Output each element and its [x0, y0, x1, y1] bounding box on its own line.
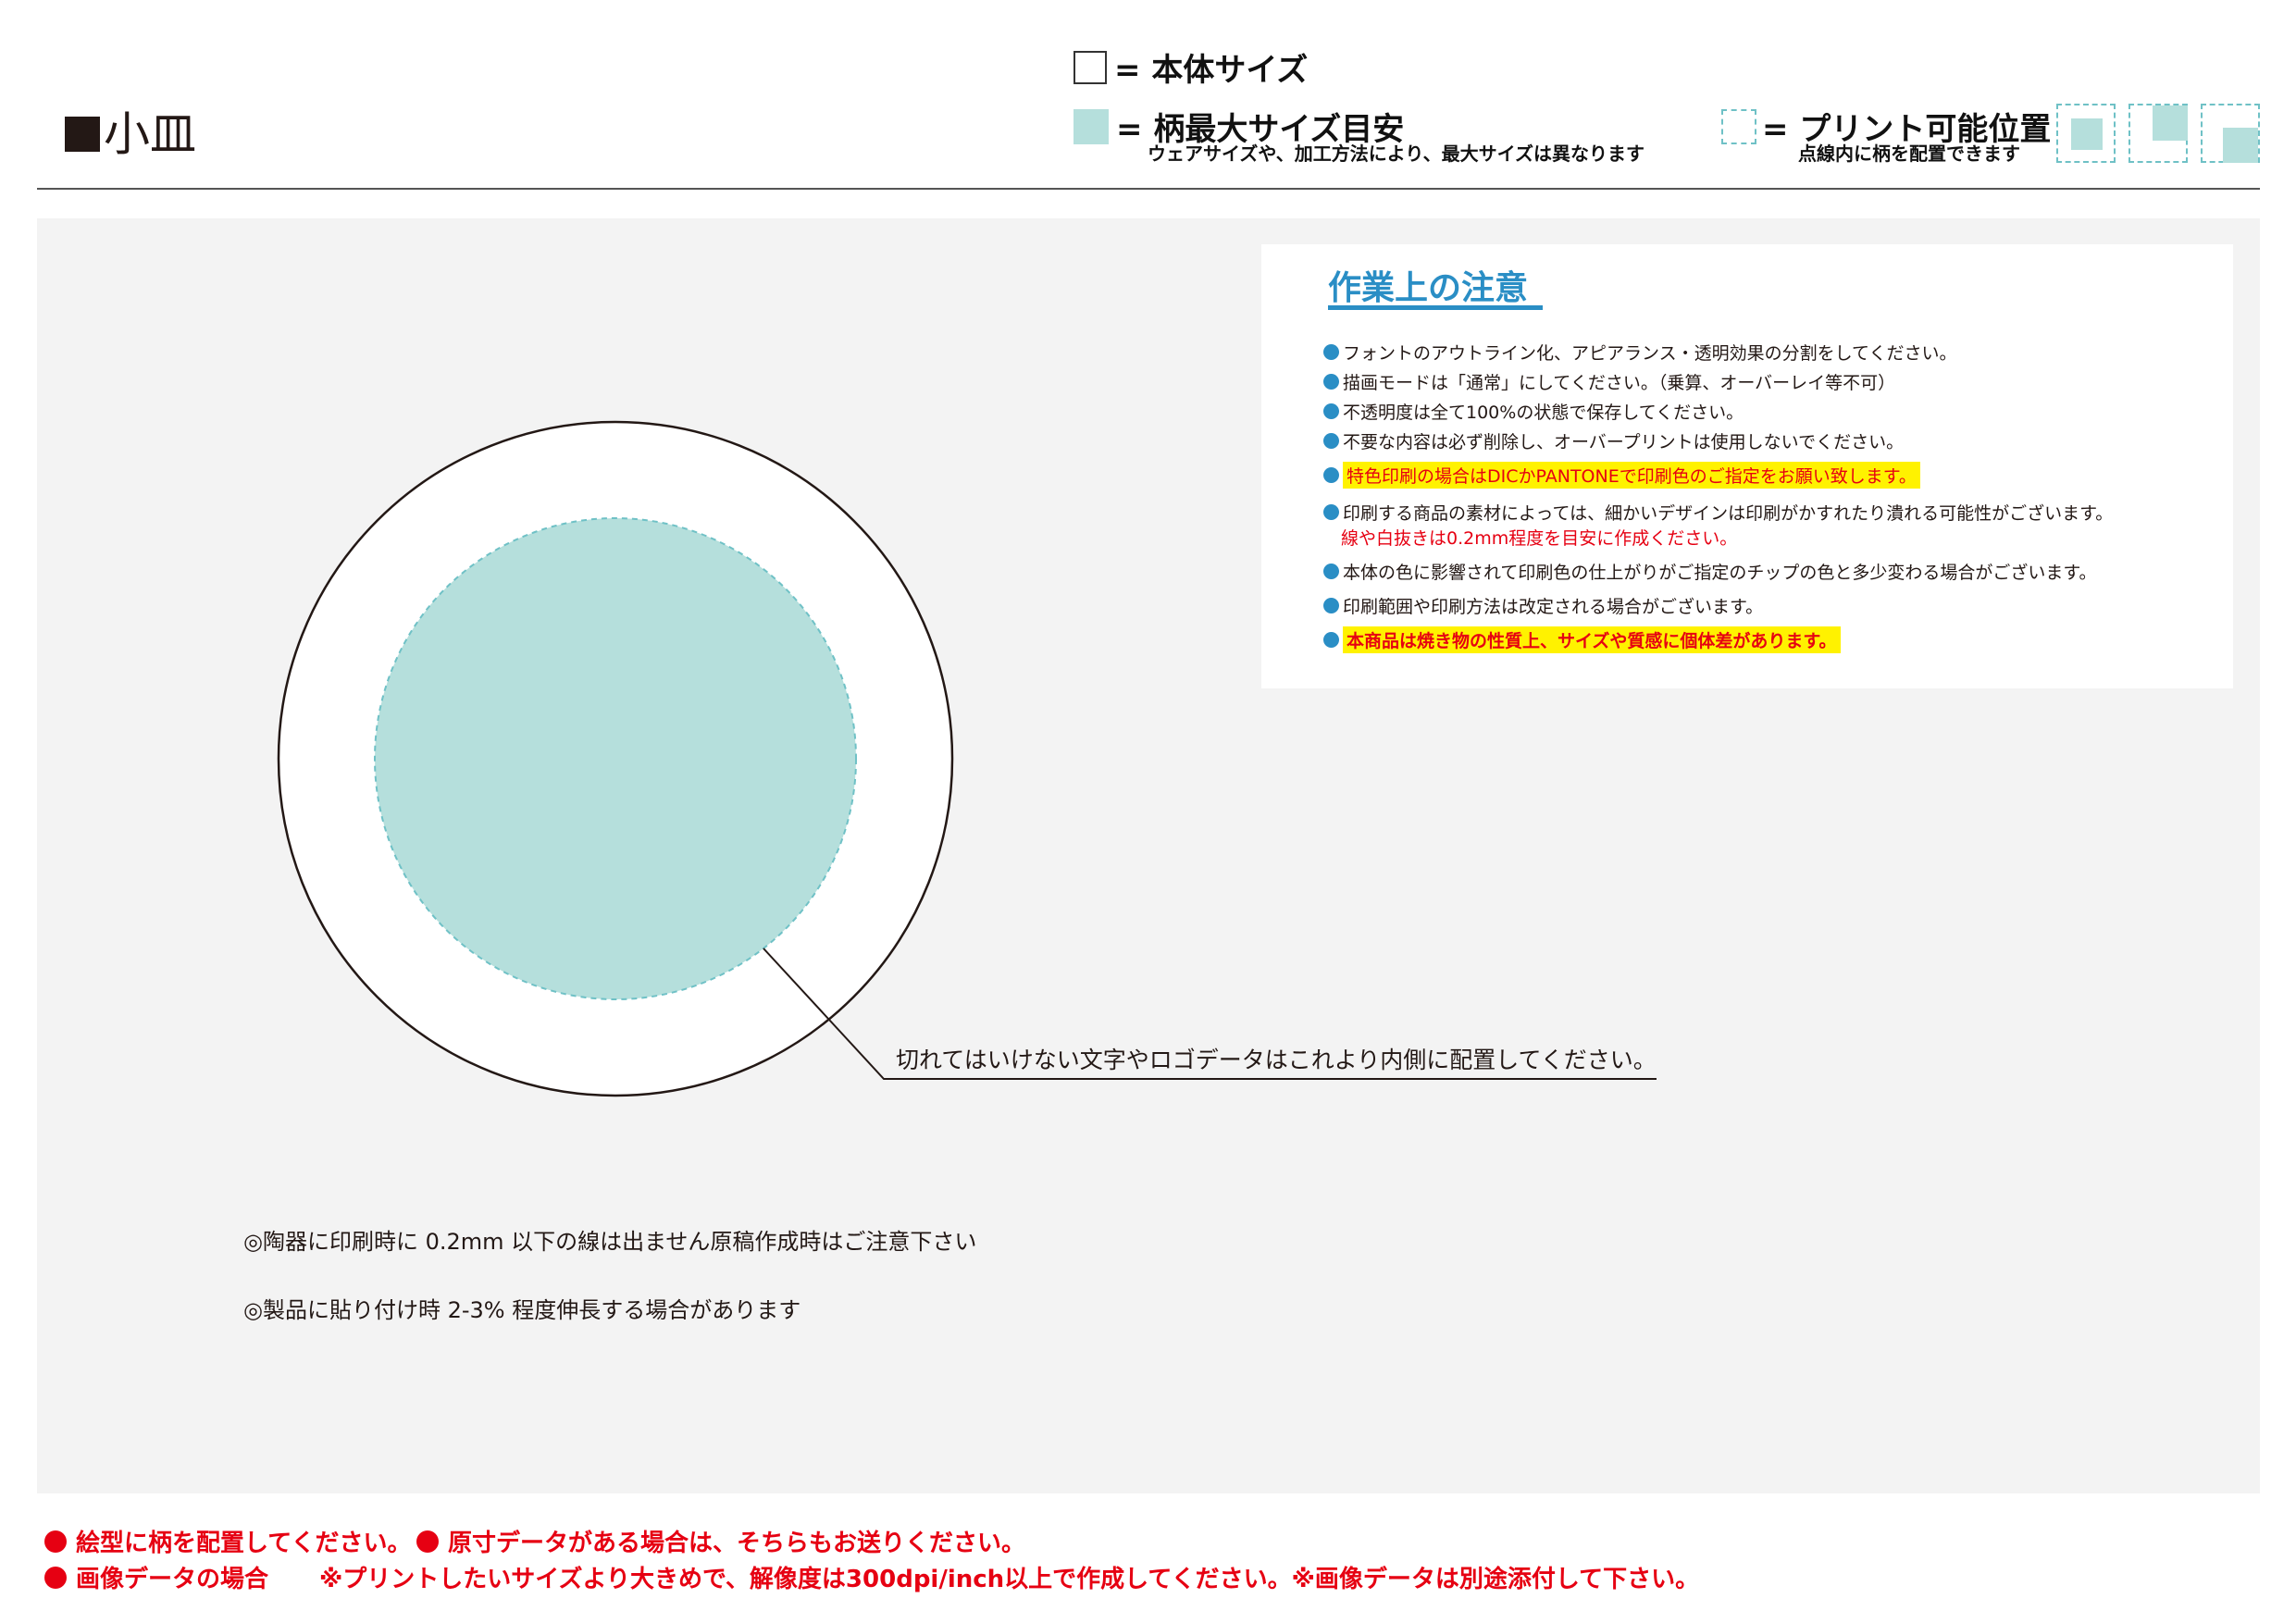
footer-note: 絵型に柄を配置してください。: [44, 1524, 411, 1558]
red-bullet-icon: [416, 1530, 439, 1553]
print-position-example-center-icon: [2056, 104, 2116, 163]
bullet-icon: [1323, 598, 1339, 613]
footer-note: 原寸データがある場合は、そちらもお送りください。: [416, 1524, 1025, 1558]
page-title-text: 小皿: [104, 107, 196, 161]
bullet-icon: [1323, 374, 1339, 390]
stretch-note: ◎製品に貼り付け時 2-3% 程度伸長する場合があります: [243, 1297, 801, 1323]
bullet-icon: [1323, 564, 1339, 579]
footer-note: 画像データの場合: [44, 1560, 268, 1594]
caution-item-sub-note: 線や白抜きは0.2mm程度を目安に作成ください。: [1341, 528, 1738, 549]
leader-note: 切れてはいけない文字やロゴデータはこれより内側に配置してください。: [896, 1047, 1657, 1073]
body-size-swatch-icon: [1074, 50, 1107, 84]
red-bullet-icon: [44, 1530, 67, 1553]
header-divider: [37, 188, 2260, 190]
footer-note-detail: ※プリントしたいサイズより大きめで、解像度は300dpi/inch以上で作成して…: [319, 1566, 1700, 1593]
legend-body-size-label: = 本体サイズ: [1114, 52, 1309, 89]
title-square-icon: [65, 117, 100, 152]
caution-item: 描画モードは「通常」にしてください。（乗算、オーバーレイ等不可）: [1323, 369, 1895, 394]
print-position-example-bottom-right-icon: [2201, 104, 2260, 163]
legend-printable-note: 点線内に柄を配置できます: [1798, 142, 2020, 165]
caution-title-underline: [1328, 305, 1543, 310]
caution-item: 本体の色に影響されて印刷色の仕上がりがご指定のチップの色と多少変わる場合がござい…: [1323, 559, 2097, 584]
max-pattern-swatch-icon: [1074, 108, 1109, 144]
caution-item: 不透明度は全て100%の状態で保存してください。: [1323, 399, 1744, 424]
legend-body-size: = 本体サイズ: [1074, 44, 1308, 90]
red-bullet-icon: [44, 1566, 67, 1589]
bullet-icon: [1323, 433, 1339, 449]
printable-swatch-icon: [1721, 108, 1756, 144]
max-pattern-area[interactable]: [374, 517, 857, 1000]
caution-item: 印刷する商品の素材によっては、細かいデザインは印刷がかすれたり潰れる可能性がござ…: [1323, 500, 2113, 525]
bullet-icon: [1323, 467, 1339, 483]
caution-item: 印刷範囲や印刷方法は改定される場合がございます。: [1323, 593, 1763, 618]
caution-item-highlighted: 本商品は焼き物の性質上、サイズや質感に個体差があります。: [1323, 626, 1841, 653]
page-title: 小皿: [65, 111, 196, 157]
print-position-example-top-right-icon: [2128, 104, 2188, 163]
legend-max-pattern-note: ウェアサイズや、加工方法により、最大サイズは異なります: [1148, 142, 1644, 165]
caution-title: 作業上の注意: [1328, 269, 1529, 307]
caution-item: 不要な内容は必ず削除し、オーバープリントは使用しないでください。: [1323, 428, 1904, 453]
bullet-icon: [1323, 632, 1339, 648]
bullet-icon: [1323, 344, 1339, 360]
print-line-note: ◎陶器に印刷時に 0.2mm 以下の線は出ません原稿作成時はご注意下さい: [243, 1229, 977, 1255]
caution-item: フォントのアウトライン化、アピアランス・透明効果の分割をしてください。: [1323, 340, 1956, 365]
caution-item-highlighted: 特色印刷の場合はDICかPANTONEで印刷色のご指定をお願い致します。: [1323, 462, 1920, 489]
leader-line: [763, 948, 1657, 1080]
bullet-icon: [1323, 403, 1339, 419]
bullet-icon: [1323, 504, 1339, 520]
